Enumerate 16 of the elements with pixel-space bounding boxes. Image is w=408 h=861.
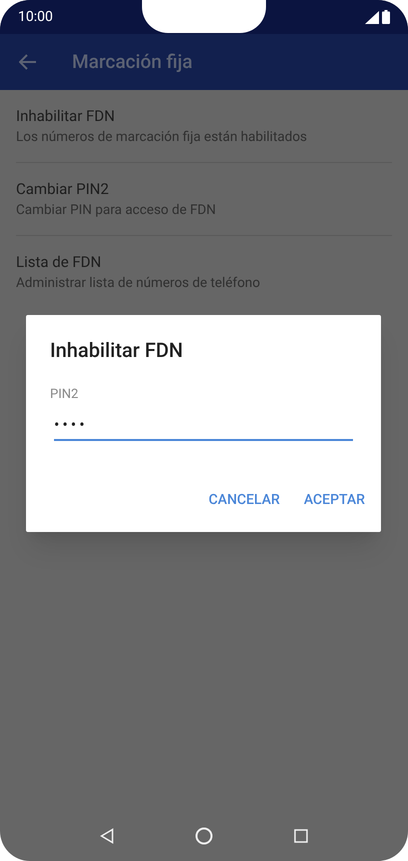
- item-title: Cambiar PIN2: [16, 179, 110, 199]
- back-arrow-icon: [19, 54, 37, 70]
- recents-icon[interactable]: [294, 829, 308, 843]
- item-title: Lista de FDN: [16, 252, 102, 272]
- back-icon[interactable]: [100, 828, 114, 844]
- item-title: Inhabilitar FDN: [16, 106, 116, 126]
- home-icon[interactable]: [194, 827, 213, 845]
- pin-input-field[interactable]: ••••: [54, 410, 353, 440]
- dialog-button[interactable]: ACEPTAR: [296, 482, 373, 518]
- clock: 10:00: [18, 8, 53, 26]
- battery-icon: [382, 10, 390, 24]
- field-label: PIN2: [50, 386, 80, 404]
- dialog-title: Inhabilitar FDN: [50, 337, 184, 364]
- dialog-button[interactable]: CANCELAR: [200, 482, 288, 518]
- signal-icon: [365, 10, 379, 24]
- screen-title: Marcación fija: [72, 48, 193, 75]
